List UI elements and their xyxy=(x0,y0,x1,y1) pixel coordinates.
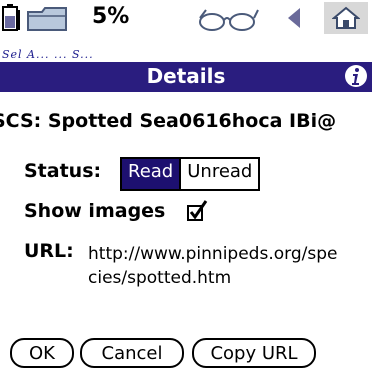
copy-url-button[interactable]: Copy URL xyxy=(192,338,316,368)
background-strip: Sel A... ... S... xyxy=(0,36,372,62)
url-label: URL: xyxy=(24,240,74,262)
show-images-label: Show images xyxy=(24,200,166,222)
back-arrow-icon[interactable] xyxy=(284,6,304,30)
battery-icon[interactable] xyxy=(2,4,22,32)
home-button[interactable] xyxy=(324,2,368,34)
folder-icon[interactable] xyxy=(26,6,70,32)
strip-text: Sel A... ... S... xyxy=(2,48,94,61)
status-read-option[interactable]: Read xyxy=(122,159,182,189)
home-icon xyxy=(332,6,360,29)
cancel-button[interactable]: Cancel xyxy=(80,338,184,368)
url-value[interactable]: http://www.pinnipeds.org/spe cies/spotte… xyxy=(88,242,372,290)
status-bar: 5% xyxy=(0,0,372,36)
signal-percent: 5% xyxy=(92,4,130,29)
show-images-checkbox[interactable] xyxy=(186,200,208,222)
ok-button[interactable]: OK xyxy=(10,338,74,368)
dialog-title: Details xyxy=(146,64,226,88)
glasses-icon[interactable] xyxy=(196,6,260,32)
status-unread-option[interactable]: Unread xyxy=(181,159,259,189)
item-heading: SCS: Spotted Sea0616hoca IBi@ xyxy=(0,110,337,132)
info-icon[interactable] xyxy=(344,64,368,88)
dialog-title-bar: Details xyxy=(0,62,372,92)
status-segmented-control: Read Unread xyxy=(120,157,261,191)
status-label: Status: xyxy=(24,160,102,182)
